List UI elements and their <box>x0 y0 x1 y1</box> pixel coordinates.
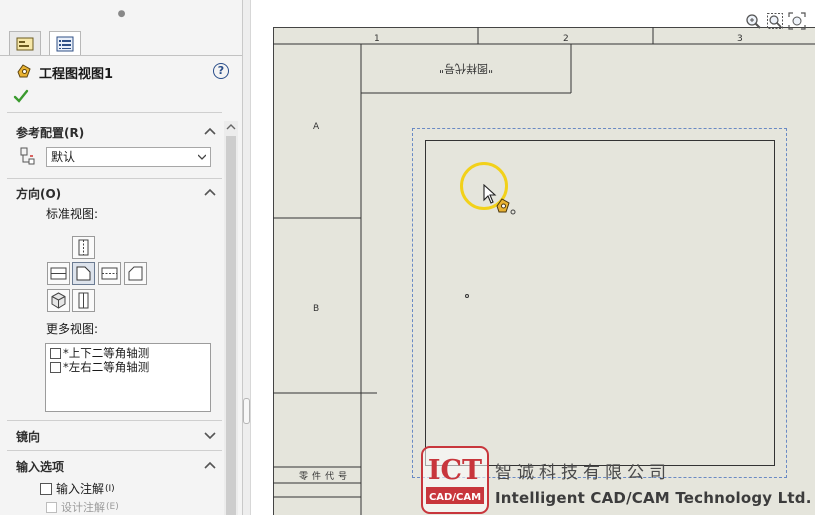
zone-column-3: 3 <box>737 34 743 44</box>
checkbox[interactable] <box>40 482 52 495</box>
zone-row-a: A <box>313 122 320 132</box>
ok-check-icon[interactable] <box>13 88 29 104</box>
section-header-import-options[interactable]: 输入选项 <box>16 458 64 475</box>
scrollbar-thumb[interactable] <box>226 136 236 515</box>
drawing-view-cursor-badge-icon <box>496 198 516 215</box>
logo-text: ICT <box>428 455 482 486</box>
right-view-icon <box>101 267 118 280</box>
panel-grip-icon[interactable]: ● <box>0 9 243 29</box>
drawing-view-icon <box>17 64 31 78</box>
tab-divider <box>0 55 242 56</box>
property-manager-tab-icon <box>16 37 34 50</box>
section-divider <box>7 178 222 179</box>
view-isometric-button[interactable] <box>47 289 70 312</box>
back-view-icon <box>128 266 143 281</box>
zone-column-2: 2 <box>563 34 569 44</box>
import-annotations-key: (I) <box>105 483 115 494</box>
configuration-list-tab-icon <box>56 36 74 51</box>
more-views-label: 更多视图: <box>46 322 99 336</box>
property-manager-tab[interactable] <box>9 31 41 56</box>
panel-splitter[interactable] <box>243 0 251 515</box>
list-item[interactable]: *左右二等角轴测 <box>50 360 206 374</box>
front-view-icon <box>76 266 91 281</box>
section-divider <box>7 420 222 421</box>
part-code-label: 零件代号 <box>299 470 351 482</box>
splitter-handle-icon[interactable] <box>243 398 250 424</box>
standard-views-label: 标准视图: <box>46 207 99 221</box>
company-logo-icon: ICT CAD/CAM <box>421 446 489 514</box>
design-annotations-label: 设计注解 <box>61 501 105 514</box>
view-bottom-button[interactable] <box>72 289 95 312</box>
reference-config-value: 默认 <box>51 150 76 164</box>
chevron-down-icon <box>198 154 206 160</box>
watermark-company-cn: 智诚科技有限公司 <box>495 463 671 483</box>
chevron-up-icon[interactable] <box>204 187 216 197</box>
configuration-icon <box>20 147 35 165</box>
zoom-to-area-icon[interactable] <box>766 12 784 30</box>
section-header-orientation[interactable]: 方向(O) <box>16 185 61 202</box>
heads-up-view-toolbar <box>744 12 806 30</box>
section-divider <box>7 450 222 451</box>
view-origin-point <box>465 294 469 298</box>
view-left-button[interactable] <box>47 262 70 285</box>
top-view-icon <box>78 239 89 256</box>
import-annotations-label: 输入注解 <box>56 482 105 496</box>
left-view-icon <box>50 267 67 280</box>
chevron-up-icon[interactable] <box>204 126 216 136</box>
list-item[interactable]: *上下二等角轴测 <box>50 346 206 360</box>
section-header-mirror[interactable]: 镜向 <box>16 428 40 445</box>
checkbox <box>46 501 57 513</box>
checkbox[interactable] <box>50 347 61 359</box>
zoom-to-fit-icon[interactable] <box>744 12 762 30</box>
view-top-button[interactable] <box>72 236 95 259</box>
logo-sub: CAD/CAM <box>429 492 481 503</box>
help-icon[interactable]: ? <box>213 63 229 79</box>
configuration-tab[interactable] <box>49 31 81 56</box>
page-title: 工程图视图1 <box>39 67 114 82</box>
watermark-company-en: Intelligent CAD/CAM Technology Ltd. <box>495 489 812 507</box>
section-header-reference-config[interactable]: 参考配置(R) <box>16 124 84 141</box>
zone-row-b: B <box>313 304 319 314</box>
chevron-down-icon[interactable] <box>204 430 216 440</box>
design-annotations-key: (E) <box>106 502 119 512</box>
import-annotations-option[interactable]: 输入注解 (I) <box>40 480 115 497</box>
more-views-list: *上下二等角轴测 *左右二等角轴测 <box>45 343 211 412</box>
reference-config-select[interactable]: 默认 <box>46 147 211 167</box>
property-manager-panel: ● 工程图视图1 ? 参考配置(R) 默认 方向(O) 标准视图: 更多视图: … <box>0 0 243 515</box>
title-box-text: "图样代号" <box>439 62 493 76</box>
zone-column-1: 1 <box>374 34 380 44</box>
view-back-button[interactable] <box>124 262 147 285</box>
chevron-up-icon[interactable] <box>204 460 216 470</box>
checkbox[interactable] <box>50 361 61 373</box>
design-annotations-option: 设计注解 (E) <box>46 499 119 515</box>
more-view-label: *上下二等角轴测 <box>63 346 150 360</box>
section-divider <box>7 112 222 113</box>
isometric-view-icon <box>51 292 66 309</box>
scroll-up-icon[interactable] <box>224 121 238 133</box>
previous-view-icon[interactable] <box>788 12 806 30</box>
view-front-button[interactable] <box>72 262 95 285</box>
view-right-button[interactable] <box>98 262 121 285</box>
bottom-view-icon <box>78 292 89 309</box>
more-view-label: *左右二等角轴测 <box>63 360 150 374</box>
